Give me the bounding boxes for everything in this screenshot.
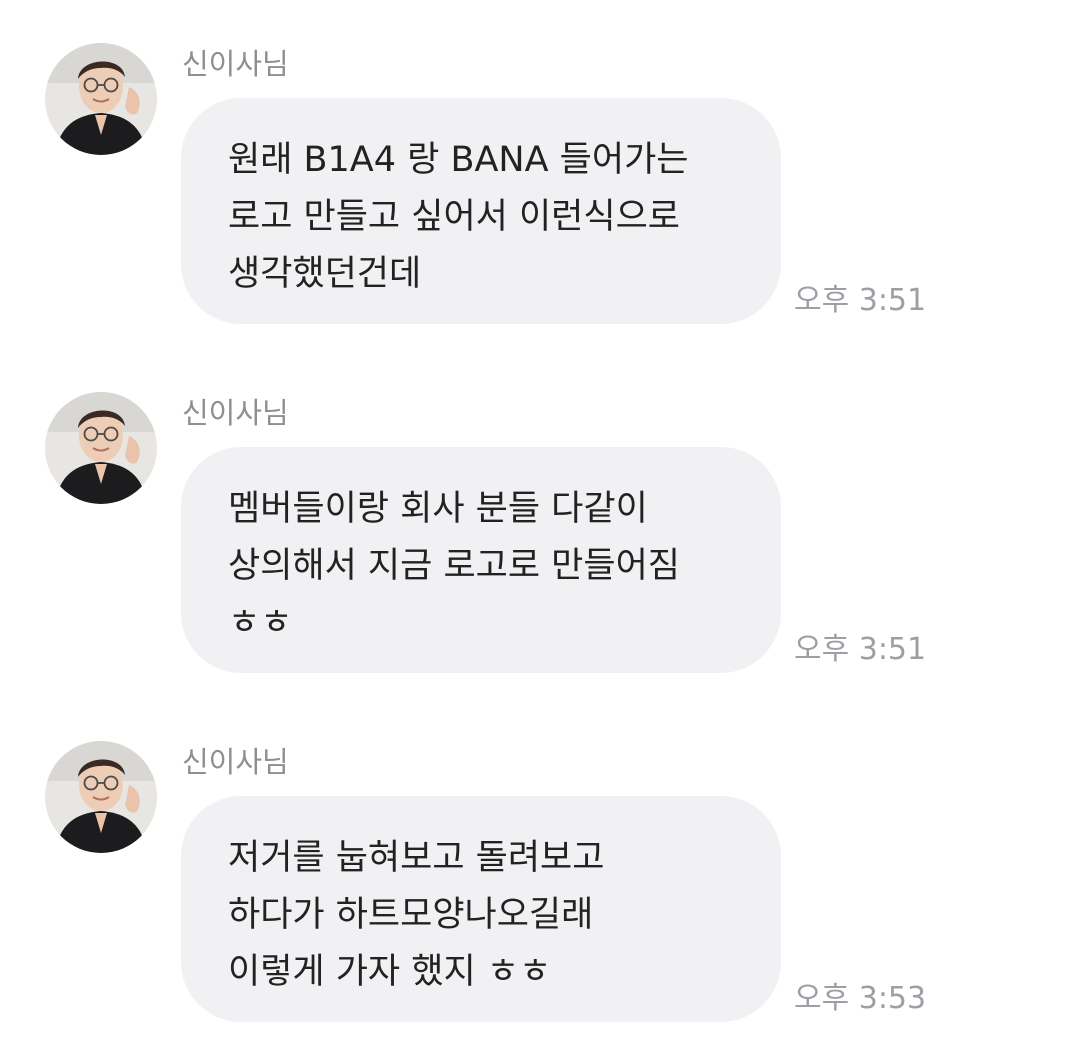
message-line: 로고 만들고 싶어서 이런식으로 <box>228 197 680 237</box>
message-line: 이렇게 가자 했지 ㅎㅎ <box>228 952 552 992</box>
message-bubble[interactable]: 저거를 눕혀보고 돌려보고 하다가 하트모양나오길래 이렇게 가자 했지 ㅎㅎ <box>181 796 781 1022</box>
message-timestamp: 오후 3:51 <box>794 283 927 318</box>
message-line: 원래 B1A4 랑 BANA 들어가는 <box>228 140 689 180</box>
message-line: 생각했던건데 <box>228 254 422 294</box>
chat-message: 신이사님 저거를 눕혀보고 돌려보고 하다가 하트모양나오길래 이렇게 가자 했… <box>0 698 1080 1028</box>
chat-message: 신이사님 멤버들이랑 회사 분들 다같이 상의해서 지금 로고로 만들어짐 ㅎㅎ… <box>0 349 1080 679</box>
message-timestamp: 오후 3:51 <box>794 632 927 667</box>
message-line: 하다가 하트모양나오길래 <box>228 895 594 935</box>
profile-photo-icon <box>45 392 157 504</box>
profile-photo-icon <box>45 741 157 853</box>
sender-name: 신이사님 <box>182 47 289 81</box>
chat-message: 신이사님 원래 B1A4 랑 BANA 들어가는 로고 만들고 싶어서 이런식으… <box>0 0 1080 330</box>
message-timestamp: 오후 3:53 <box>794 981 927 1016</box>
avatar[interactable] <box>45 43 157 155</box>
profile-photo-icon <box>45 43 157 155</box>
sender-name: 신이사님 <box>182 745 289 779</box>
message-bubble[interactable]: 원래 B1A4 랑 BANA 들어가는 로고 만들고 싶어서 이런식으로 생각했… <box>181 98 781 324</box>
message-line: ㅎㅎ <box>228 603 293 643</box>
message-bubble[interactable]: 멤버들이랑 회사 분들 다같이 상의해서 지금 로고로 만들어짐 ㅎㅎ <box>181 447 781 673</box>
avatar[interactable] <box>45 741 157 853</box>
sender-name: 신이사님 <box>182 396 289 430</box>
avatar[interactable] <box>45 392 157 504</box>
message-line: 저거를 눕혀보고 돌려보고 <box>228 838 605 878</box>
message-line: 멤버들이랑 회사 분들 다같이 <box>228 489 648 529</box>
message-line: 상의해서 지금 로고로 만들어짐 <box>228 546 680 586</box>
